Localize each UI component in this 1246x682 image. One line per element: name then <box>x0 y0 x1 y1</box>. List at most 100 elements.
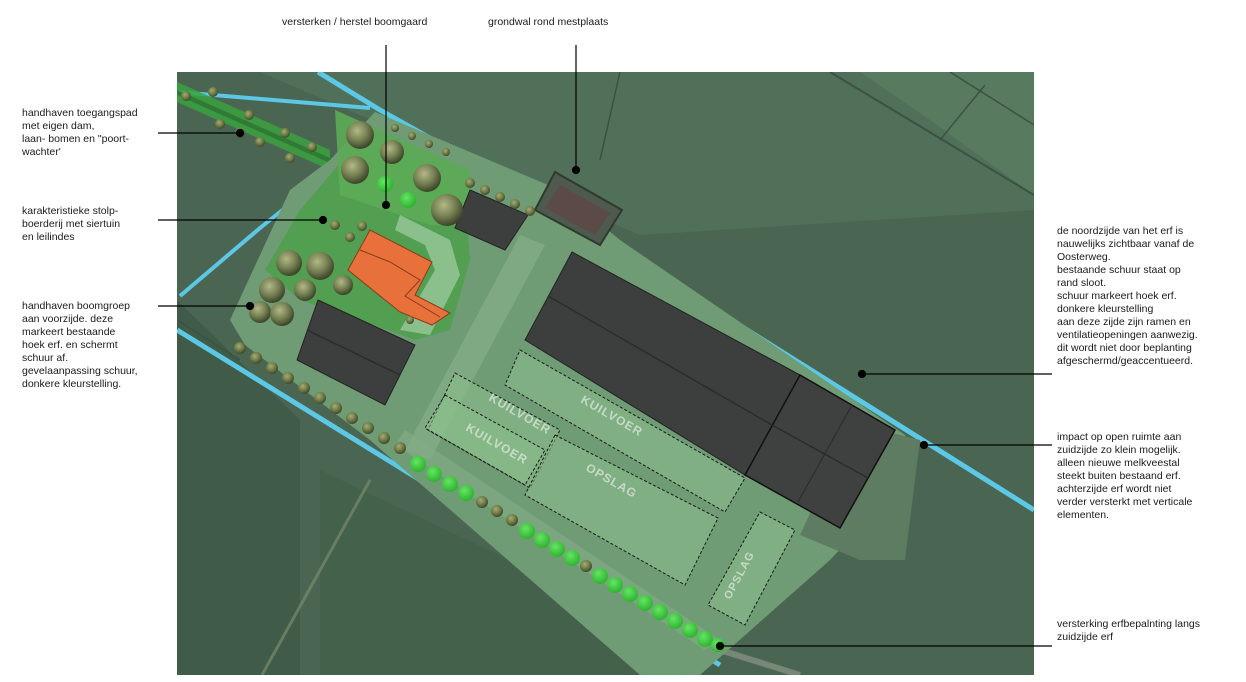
row-tree <box>346 412 358 424</box>
annotation-line: donkere kleurstelling. <box>22 378 122 390</box>
annotation-line: hoek erf. en schermt <box>22 339 118 351</box>
leader-dot <box>571 165 581 175</box>
annotation-line: rand sloot. <box>1057 277 1107 289</box>
row-tree <box>378 432 390 444</box>
row-tree <box>330 402 342 414</box>
annotation-line: gevelaanpassing schuur, <box>22 365 138 377</box>
annotation-zuidzijde: impact op open ruimte aan zuidzijde zo kl… <box>1057 431 1192 522</box>
new-tree <box>534 532 550 548</box>
row-tree <box>266 362 278 374</box>
annotation-line: nauwelijks zichtbaar vanaf de <box>1057 238 1195 250</box>
annotation-erfbeplanting: versterking erfbepalnting langs zuidzijde… <box>1057 618 1200 644</box>
existing-tree <box>280 128 290 138</box>
hedge-tree <box>391 124 399 132</box>
new-tree <box>622 586 638 602</box>
new-tree <box>697 631 713 647</box>
annotation-line: steekt buiten bestaand erf. <box>1057 470 1181 482</box>
annotation-line: zuidzijde zo klein mogelijk. <box>1057 444 1181 456</box>
new-tree <box>458 485 474 501</box>
new-tree <box>682 622 698 638</box>
annotation-line: schuur af. <box>22 352 69 364</box>
annotation-line: ventilatieopeningen aanwezig. <box>1057 329 1198 341</box>
leader-dot <box>318 215 328 225</box>
existing-tree <box>307 142 317 152</box>
front-tree <box>306 252 334 280</box>
front-tree <box>270 302 294 326</box>
garden-tree <box>345 232 355 242</box>
row-tree <box>394 442 406 454</box>
orchard-tree <box>346 121 374 149</box>
leader-dot <box>245 301 255 311</box>
new-tree <box>519 523 535 539</box>
annotation-line: impact op open ruimte aan <box>1057 431 1182 443</box>
new-tree <box>549 541 565 557</box>
annotation-line: met eigen dam, <box>22 120 95 132</box>
annotation-line: bestaande schuur staat op <box>1057 264 1181 276</box>
existing-tree <box>215 119 225 129</box>
annotation-line: dit wordt niet door beplanting <box>1057 342 1192 354</box>
annotation-line: wachter' <box>22 146 61 158</box>
annotation-toegangspad: handhaven toegangspad met eigen dam, laan-… <box>22 107 138 159</box>
annotation-line: boerderij met siertuin <box>22 218 121 230</box>
annotation-line: aan deze zijde zijn ramen en <box>1057 316 1191 328</box>
new-tree <box>410 456 426 472</box>
row-tree <box>298 382 310 394</box>
leader-dot <box>381 200 391 210</box>
orchard-tree <box>431 194 463 226</box>
new-tree <box>442 476 458 492</box>
new-orchard-tree <box>377 176 393 192</box>
existing-tree <box>208 87 218 97</box>
annotation-grondwal-mestplaats: grondwal rond mestplaats <box>488 16 608 29</box>
row-tree <box>362 422 374 434</box>
annotation-line: verder versterkt met verticale <box>1057 496 1193 508</box>
leader-dot <box>235 128 245 138</box>
annotation-line: zuidzijde erf <box>1057 631 1114 643</box>
existing-tree <box>285 153 295 163</box>
annotation-line: donkere kleurstelling <box>1057 303 1154 315</box>
new-orchard-tree <box>400 192 416 208</box>
leader-dot <box>715 641 725 651</box>
new-tree <box>564 550 580 566</box>
row-tree <box>282 372 294 384</box>
annotation-line: schuur markeert hoek erf. <box>1057 290 1177 302</box>
hedge-tree <box>525 206 535 216</box>
row-tree <box>314 392 326 404</box>
annotation-line: afgeschermd/geaccentueerd. <box>1057 355 1194 367</box>
existing-tree <box>491 505 503 517</box>
orchard-tree <box>380 140 404 164</box>
orchard-tree <box>341 156 369 184</box>
front-tree <box>333 275 353 295</box>
row-tree <box>250 352 262 364</box>
annotation-line: alleen nieuwe melkveestal <box>1057 457 1180 469</box>
front-tree <box>276 250 302 276</box>
annotation-line: markeert bestaande <box>22 326 116 338</box>
existing-tree <box>244 110 254 120</box>
annotation-versterken-boomgaard: versterken / herstel boomgaard <box>282 16 427 29</box>
hedge-tree <box>480 185 490 195</box>
existing-tree <box>255 137 265 147</box>
garden-tree <box>357 221 367 231</box>
annotation-boomgroep: handhaven boomgroep aan voorzijde. deze ma… <box>22 300 138 391</box>
annotation-line: laan- bomen en "poort- <box>22 133 130 145</box>
new-tree <box>637 595 653 611</box>
existing-tree <box>181 91 191 101</box>
hedge-tree <box>495 192 505 202</box>
annotation-line: handhaven toegangspad <box>22 107 138 119</box>
annotation-line: versterking erfbepalnting langs <box>1057 618 1201 630</box>
front-tree <box>259 277 285 303</box>
annotation-noordzijde: de noordzijde van het erf is nauwelijks z… <box>1057 225 1198 368</box>
annotation-line: elementen. <box>1057 509 1109 521</box>
leader-dot <box>919 440 929 450</box>
annotation-line: aan voorzijde. deze <box>22 313 114 325</box>
new-tree <box>667 613 683 629</box>
leader-dot <box>857 369 867 379</box>
hedge-tree <box>425 140 433 148</box>
annotation-line: karakteristieke stolp- <box>22 205 119 217</box>
front-tree <box>294 279 316 301</box>
annotation-line: grondwal rond mestplaats <box>488 16 609 28</box>
hedge-tree <box>510 199 520 209</box>
annotation-line: handhaven boomgroep <box>22 300 131 312</box>
row-tree <box>234 342 246 354</box>
hedge-tree <box>408 132 416 140</box>
existing-tree <box>580 560 592 572</box>
